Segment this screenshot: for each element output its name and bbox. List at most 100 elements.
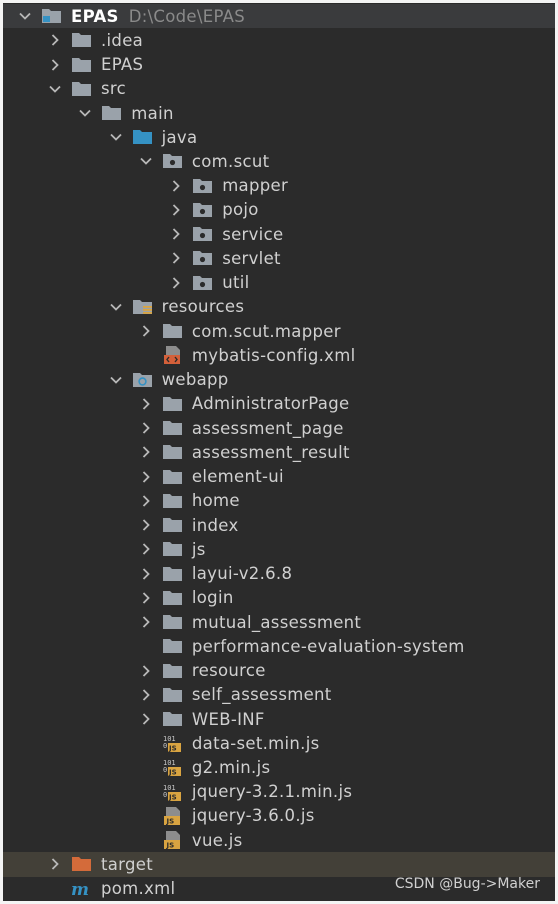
chevron-right-icon[interactable]	[138, 469, 154, 485]
tree-item-label: webapp	[161, 370, 229, 390]
folder-icon	[162, 662, 186, 680]
package-icon	[162, 152, 186, 170]
package-icon	[192, 201, 216, 219]
chevron-right-icon[interactable]	[168, 275, 184, 291]
tree-item-assessment-result[interactable]: assessment_result	[3, 440, 555, 464]
watermark: CSDN @Bug->Maker	[394, 876, 540, 892]
folder-icon	[162, 613, 186, 631]
chevron-right-icon[interactable]	[138, 493, 154, 509]
chevron-right-icon[interactable]	[138, 614, 154, 630]
tree-item-layui-v2-6-8[interactable]: layui-v2.6.8	[3, 561, 555, 585]
tree-item-label: target	[101, 854, 153, 874]
tree-item-performance-evaluation-system[interactable]: performance-evaluation-system	[3, 634, 555, 658]
tree-item-util[interactable]: util	[3, 271, 555, 295]
tree-item-com-scut[interactable]: com.scut	[3, 149, 555, 173]
module-folder-icon	[41, 7, 65, 25]
excluded-folder-icon	[71, 855, 95, 873]
chevron-down-icon[interactable]	[138, 153, 154, 169]
minified-js-file-icon: 101 0 JS	[162, 758, 186, 777]
folder-icon	[71, 31, 95, 49]
project-name: EPAS	[71, 6, 119, 26]
tree-item-jquery-3-2-1-min-js[interactable]: 101 0 JS jquery-3.2.1.min.js	[3, 780, 555, 804]
package-icon	[192, 274, 216, 292]
chevron-right-icon[interactable]	[138, 590, 154, 606]
svg-text:0: 0	[163, 742, 167, 750]
tree-item-label: mapper	[222, 176, 289, 196]
chevron-down-icon[interactable]	[47, 81, 63, 97]
tree-item-home[interactable]: home	[3, 489, 555, 513]
tree-item-com-scut-mapper[interactable]: com.scut.mapper	[3, 319, 555, 343]
chevron-down-icon[interactable]	[17, 8, 33, 24]
chevron-down-icon[interactable]	[77, 105, 93, 121]
chevron-right-icon[interactable]	[138, 444, 154, 460]
chevron-right-icon[interactable]	[47, 57, 63, 73]
tree-item-label: js	[191, 539, 206, 559]
tree-item-jquery-3-6-0-js[interactable]: JS jquery-3.6.0.js	[3, 804, 555, 828]
tree-item-js[interactable]: js	[3, 537, 555, 561]
chevron-right-icon[interactable]	[138, 541, 154, 557]
folder-icon	[162, 637, 186, 655]
folder-icon	[162, 516, 186, 534]
chevron-right-icon[interactable]	[138, 687, 154, 703]
chevron-right-icon[interactable]	[168, 250, 184, 266]
chevron-right-icon[interactable]	[138, 711, 154, 727]
tree-item-service[interactable]: service	[3, 222, 555, 246]
chevron-right-icon[interactable]	[168, 202, 184, 218]
folder-icon	[162, 419, 186, 437]
tree-item-data-set-min-js[interactable]: 101 0 JS data-set.min.js	[3, 731, 555, 755]
tree-item-resources[interactable]: resources	[3, 295, 555, 319]
chevron-right-icon[interactable]	[168, 226, 184, 242]
tree-item-label: .idea	[101, 30, 144, 50]
tree-item-target[interactable]: target	[3, 852, 555, 877]
tree-item-resource[interactable]: resource	[3, 658, 555, 682]
chevron-right-icon[interactable]	[138, 566, 154, 582]
tree-item-mapper[interactable]: mapper	[3, 174, 555, 198]
chevron-right-icon[interactable]	[138, 420, 154, 436]
tree-root-epas[interactable]: EPAS D:\Code\EPAS	[3, 4, 555, 29]
tree-item-epas[interactable]: EPAS	[3, 52, 555, 76]
tree-item-label: pojo	[222, 200, 259, 220]
arrow-placeholder	[138, 347, 154, 363]
tree-item-element-ui[interactable]: element-ui	[3, 465, 555, 489]
tree-item-web-inf[interactable]: WEB-INF	[3, 707, 555, 731]
arrow-placeholder	[138, 638, 154, 654]
chevron-right-icon[interactable]	[47, 32, 63, 48]
chevron-right-icon[interactable]	[138, 517, 154, 533]
tree-item-label: resource	[191, 661, 266, 681]
tree-item-label: jquery-3.6.0.js	[191, 806, 315, 826]
tree-item-label: main	[131, 103, 174, 123]
tree-item-label: EPAS	[101, 55, 144, 75]
chevron-right-icon[interactable]	[138, 663, 154, 679]
tree-item-label: vue.js	[191, 830, 243, 850]
chevron-down-icon[interactable]	[108, 129, 124, 145]
svg-text:JS: JS	[168, 793, 177, 801]
tree-item-index[interactable]: index	[3, 513, 555, 537]
tree-item-mybatis-config-xml[interactable]: mybatis-config.xml	[3, 343, 555, 367]
chevron-right-icon[interactable]	[168, 178, 184, 194]
folder-icon	[162, 565, 186, 583]
chevron-right-icon[interactable]	[138, 323, 154, 339]
tree-item-mutual-assessment[interactable]: mutual_assessment	[3, 610, 555, 634]
tree-item-webapp[interactable]: webapp	[3, 368, 555, 392]
tree-item-java[interactable]: java	[3, 125, 555, 149]
tree-item-servlet[interactable]: servlet	[3, 246, 555, 270]
chevron-right-icon[interactable]	[47, 856, 63, 872]
chevron-right-icon[interactable]	[138, 396, 154, 412]
tree-item-label: src	[101, 79, 126, 99]
tree-item-label: performance-evaluation-system	[191, 636, 465, 656]
chevron-down-icon[interactable]	[108, 299, 124, 315]
svg-text:0: 0	[163, 791, 167, 799]
tree-item-vue-js[interactable]: JS vue.js	[3, 828, 555, 852]
tree-item-label: home	[191, 491, 240, 511]
tree-item-idea[interactable]: .idea	[3, 28, 555, 52]
tree-item-self-assessment[interactable]: self_assessment	[3, 683, 555, 707]
tree-item-src[interactable]: src	[3, 77, 555, 101]
tree-item-g2-min-js[interactable]: 101 0 JS g2.min.js	[3, 755, 555, 779]
chevron-down-icon[interactable]	[108, 372, 124, 388]
tree-item-main[interactable]: main	[3, 101, 555, 125]
tree-item-administratorpage[interactable]: AdministratorPage	[3, 392, 555, 416]
tree-item-assessment-page[interactable]: assessment_page	[3, 416, 555, 440]
tree-item-login[interactable]: login	[3, 586, 555, 610]
tree-item-pojo[interactable]: pojo	[3, 198, 555, 222]
folder-icon	[162, 395, 186, 413]
